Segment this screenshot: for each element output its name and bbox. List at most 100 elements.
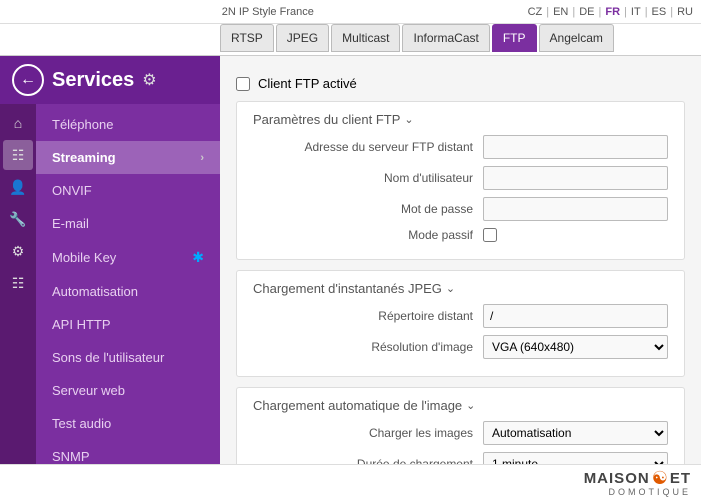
sidebar-label-streaming: Streaming [52, 150, 116, 165]
resolution-row: Résolution d'image VGA (640x480) QVGA (3… [253, 335, 668, 359]
lang-fr[interactable]: FR [605, 6, 620, 18]
content-area: Client FTP activé Paramètres du client F… [220, 56, 701, 464]
mdp-label: Mot de passe [253, 202, 483, 216]
users-icon[interactable]: 👤 [3, 172, 33, 202]
sidebar-label-onvif: ONVIF [52, 183, 92, 198]
resolution-select[interactable]: VGA (640x480) QVGA (320x240) HD (1280x72… [483, 335, 668, 359]
bluetooth-icon: ✱ [192, 249, 204, 266]
adresse-row: Adresse du serveur FTP distant [253, 135, 668, 159]
sidebar-item-streaming[interactable]: Streaming › [36, 141, 220, 174]
sidebar-label-telephone: Téléphone [52, 117, 113, 132]
params-ftp-header[interactable]: Paramètres du client FTP ⌄ [253, 112, 668, 127]
sidebar-header: ← Services ⚙ [0, 56, 220, 104]
params-ftp-chevron: ⌄ [404, 113, 413, 126]
mode-passif-label: Mode passif [253, 228, 483, 242]
auto-chevron: ⌄ [466, 399, 475, 412]
sidebar-title: Services [52, 69, 134, 92]
chevron-right-icon: › [200, 152, 204, 164]
logo-domotique: DOMOTIQUE [609, 487, 692, 497]
jpeg-title: Chargement d'instantanés JPEG [253, 281, 442, 296]
tab-multicast[interactable]: Multicast [331, 24, 400, 52]
charger-select[interactable]: Automatisation Toujours Jamais [483, 421, 668, 445]
duree-select[interactable]: 1 minute 5 minutes 10 minutes 30 minutes [483, 452, 668, 464]
jpeg-header[interactable]: Chargement d'instantanés JPEG ⌄ [253, 281, 668, 296]
sidebar-item-onvif[interactable]: ONVIF [36, 174, 220, 207]
sidebar-label-mobilekey: Mobile Key [52, 250, 116, 265]
charger-label: Charger les images [253, 426, 483, 440]
client-ftp-checkbox[interactable] [236, 77, 250, 91]
logo-et: ET [670, 470, 691, 487]
gear-icon[interactable]: ⚙ [3, 236, 33, 266]
sidebar-item-serveur[interactable]: Serveur web [36, 374, 220, 407]
top-bar-center: 2N IP Style France [222, 6, 314, 18]
sidebar-inner: ⌂ ☷ 👤 🔧 ⚙ ☷ Téléphone Streaming › ONVIF [0, 104, 220, 464]
tools-icon[interactable]: 🔧 [3, 204, 33, 234]
duree-row: Durée de chargement 1 minute 5 minutes 1… [253, 452, 668, 464]
tab-bar: RTSP JPEG Multicast InformaCast FTP Ange… [0, 24, 701, 56]
logo: MAISON ☯ ET DOMOTIQUE [584, 468, 691, 497]
auto-header[interactable]: Chargement automatique de l'image ⌄ [253, 398, 668, 413]
sidebar-label-serveur: Serveur web [52, 383, 125, 398]
adresse-label: Adresse du serveur FTP distant [253, 140, 483, 154]
chart-icon[interactable]: ☷ [3, 140, 33, 170]
charger-row: Charger les images Automatisation Toujou… [253, 421, 668, 445]
main-layout: ← Services ⚙ ⌂ ☷ 👤 🔧 ⚙ ☷ Téléphone Strea… [0, 56, 701, 464]
sidebar-label-automatisation: Automatisation [52, 284, 138, 299]
resolution-label: Résolution d'image [253, 340, 483, 354]
sidebar-label-snmp: SNMP [52, 449, 90, 464]
sidebar-item-snmp[interactable]: SNMP [36, 440, 220, 464]
mdp-input[interactable] [483, 197, 668, 221]
repertoire-label: Répertoire distant [253, 309, 483, 323]
nom-label: Nom d'utilisateur [253, 171, 483, 185]
adresse-input[interactable] [483, 135, 668, 159]
sidebar-item-automatisation[interactable]: Automatisation [36, 275, 220, 308]
tab-jpeg[interactable]: JPEG [276, 24, 329, 52]
auto-title: Chargement automatique de l'image [253, 398, 462, 413]
repertoire-input[interactable] [483, 304, 668, 328]
bottom-bar: MAISON ☯ ET DOMOTIQUE [0, 464, 701, 500]
lang-cz[interactable]: CZ [528, 6, 543, 18]
lang-ru[interactable]: RU [677, 6, 693, 18]
mode-passif-row: Mode passif [253, 228, 668, 242]
sidebar-item-testaudio[interactable]: Test audio [36, 407, 220, 440]
lang-es[interactable]: ES [652, 6, 667, 18]
top-bar: 2N IP Style France CZ | EN | DE | FR | I… [0, 0, 701, 24]
sidebar-item-mobilekey[interactable]: Mobile Key ✱ [36, 240, 220, 275]
sidebar-menu: Téléphone Streaming › ONVIF E-mail Mobil… [36, 104, 220, 464]
language-selector[interactable]: CZ | EN | DE | FR | IT | ES | RU [528, 6, 693, 18]
lang-it[interactable]: IT [631, 6, 641, 18]
back-button[interactable]: ← [12, 64, 44, 96]
settings-icon: ⚙ [142, 70, 156, 90]
mode-passif-checkbox[interactable] [483, 228, 497, 242]
logo-text: MAISON [584, 470, 650, 487]
sidebar-item-telephone[interactable]: Téléphone [36, 108, 220, 141]
sidebar-item-email[interactable]: E-mail [36, 207, 220, 240]
duree-label: Durée de chargement [253, 457, 483, 464]
sidebar-label-sons: Sons de l'utilisateur [52, 350, 164, 365]
sidebar-label-api: API HTTP [52, 317, 111, 332]
repertoire-row: Répertoire distant [253, 304, 668, 328]
icon-bar: ⌂ ☷ 👤 🔧 ⚙ ☷ [0, 104, 36, 464]
client-ftp-section: Client FTP activé [236, 76, 685, 91]
home-icon[interactable]: ⌂ [3, 108, 33, 138]
jpeg-chevron: ⌄ [446, 282, 455, 295]
nom-input[interactable] [483, 166, 668, 190]
mdp-row: Mot de passe [253, 197, 668, 221]
client-ftp-label: Client FTP activé [258, 76, 357, 91]
tab-informacast[interactable]: InformaCast [402, 24, 489, 52]
params-ftp-group: Paramètres du client FTP ⌄ Adresse du se… [236, 101, 685, 260]
lang-de[interactable]: DE [579, 6, 594, 18]
tab-ftp[interactable]: FTP [492, 24, 537, 52]
sidebar-item-sons[interactable]: Sons de l'utilisateur [36, 341, 220, 374]
logo-accent-icon: ☯ [652, 468, 668, 489]
grid-icon[interactable]: ☷ [3, 268, 33, 298]
params-ftp-title: Paramètres du client FTP [253, 112, 400, 127]
sidebar-label-email: E-mail [52, 216, 89, 231]
auto-group: Chargement automatique de l'image ⌄ Char… [236, 387, 685, 464]
tab-rtsp[interactable]: RTSP [220, 24, 274, 52]
sidebar-item-api[interactable]: API HTTP [36, 308, 220, 341]
sidebar-label-testaudio: Test audio [52, 416, 111, 431]
nom-row: Nom d'utilisateur [253, 166, 668, 190]
tab-angelcam[interactable]: Angelcam [539, 24, 614, 52]
lang-en[interactable]: EN [553, 6, 568, 18]
